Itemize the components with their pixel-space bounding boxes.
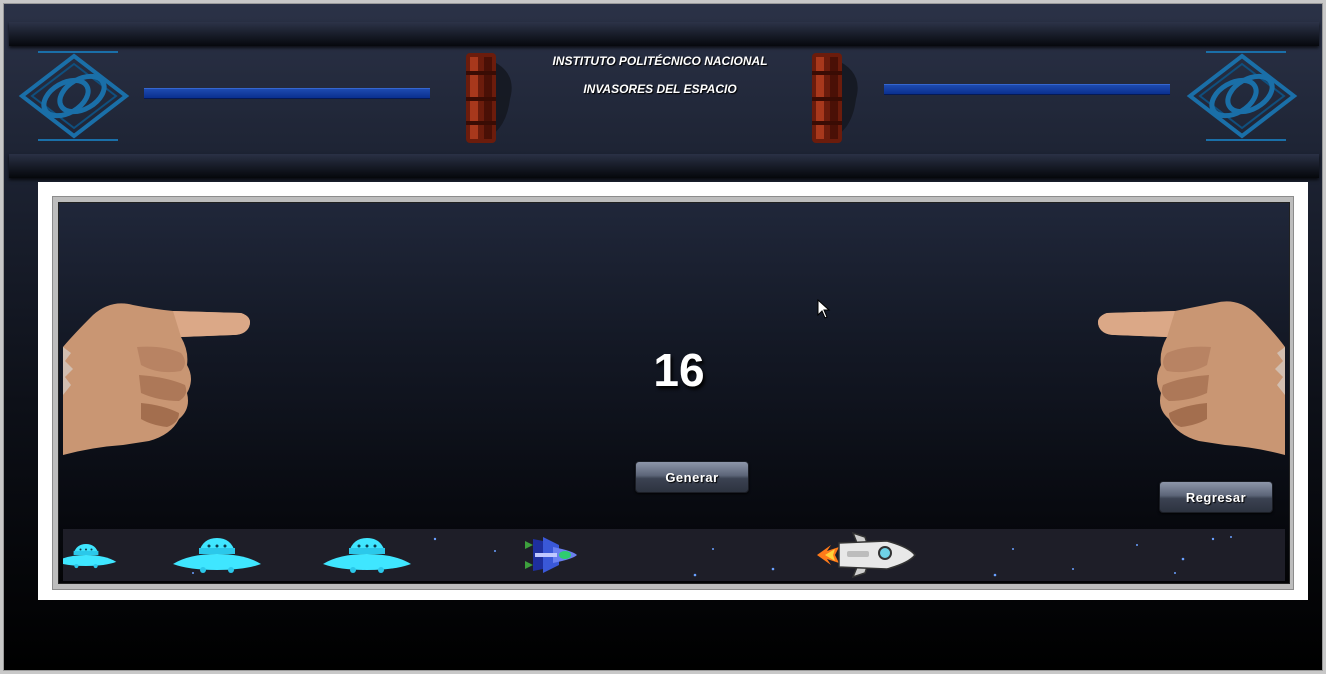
generated-number: 16 — [653, 344, 705, 396]
back-button[interactable]: Regresar — [1159, 481, 1273, 513]
header-top-band — [9, 22, 1319, 46]
game-area: 16 Generar Regresar — [58, 202, 1290, 584]
institution-title: INSTITUTO POLITÉCNICO NACIONAL — [552, 54, 768, 68]
space-strip — [63, 529, 1285, 581]
ipn-logo-icon — [1186, 51, 1298, 141]
ipn-pillar-icon — [466, 53, 512, 143]
game-title: INVASORES DEL ESPACIO — [583, 82, 737, 96]
generate-button[interactable]: Generar — [635, 461, 749, 493]
mouse-cursor-icon — [817, 299, 831, 319]
spaceship-icon — [525, 537, 577, 573]
header-blue-bar-right — [884, 84, 1170, 95]
header-blue-bar-left — [144, 88, 430, 99]
app-window: INSTITUTO POLITÉCNICO NACIONAL INVASORES… — [3, 3, 1323, 671]
ufo-icon — [63, 544, 117, 569]
ipn-logo-icon — [18, 51, 130, 141]
ufo-icon — [173, 538, 261, 573]
ufo-icon — [323, 538, 411, 573]
pointing-hand-right-icon — [63, 303, 250, 455]
ipn-pillar-icon — [812, 53, 858, 143]
rocket-icon — [817, 531, 916, 579]
pointing-hand-left-icon — [1098, 301, 1285, 455]
header-bottom-band — [9, 154, 1319, 178]
